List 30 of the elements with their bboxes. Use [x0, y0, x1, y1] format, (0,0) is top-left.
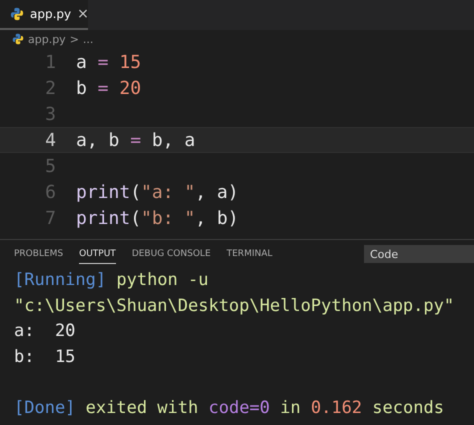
file-tab[interactable]: app.py ×: [0, 0, 88, 30]
line-number: 6: [44, 182, 57, 202]
tab-label: app.py: [30, 7, 72, 21]
line-number: 5: [44, 156, 57, 176]
line-number: 2: [44, 78, 57, 98]
code-line: print("b: ", b): [76, 208, 239, 228]
breadcrumb-item[interactable]: >: [70, 32, 79, 46]
code-line: a = 15: [76, 52, 142, 72]
line-number: 7: [44, 208, 57, 228]
panel-tab[interactable]: OUTPUT: [79, 244, 116, 264]
code-line: print("a: ", a): [76, 182, 239, 202]
line-number: 4: [44, 130, 57, 150]
python-logo-icon: [12, 33, 24, 45]
output-line: b: 15: [14, 346, 76, 366]
panel-tab[interactable]: DEBUG CONSOLE: [132, 244, 211, 264]
breadcrumb-item[interactable]: ...: [82, 32, 94, 46]
output-line: a: 20: [14, 321, 76, 341]
python-logo-icon: [10, 7, 24, 21]
line-number: 3: [44, 104, 57, 124]
output-line: [Running] python -u: [14, 270, 208, 290]
close-button[interactable]: ×: [77, 6, 89, 22]
breadcrumb-item[interactable]: app.py: [28, 32, 66, 46]
panel-tab[interactable]: TERMINAL: [226, 244, 272, 264]
panel-tab[interactable]: PROBLEMS: [14, 244, 64, 264]
code-line: a, b = b, a: [76, 130, 196, 150]
code-line: b = 20: [76, 78, 142, 98]
output-line: [Done] exited with code=0 in 0.162 seconds: [14, 398, 444, 418]
line-number: 1: [44, 52, 57, 72]
output-channel-dropdown[interactable]: Code: [364, 245, 474, 263]
output-line: "c:\Users\Shuan\Desktop\HelloPython\app.py": [14, 296, 454, 316]
